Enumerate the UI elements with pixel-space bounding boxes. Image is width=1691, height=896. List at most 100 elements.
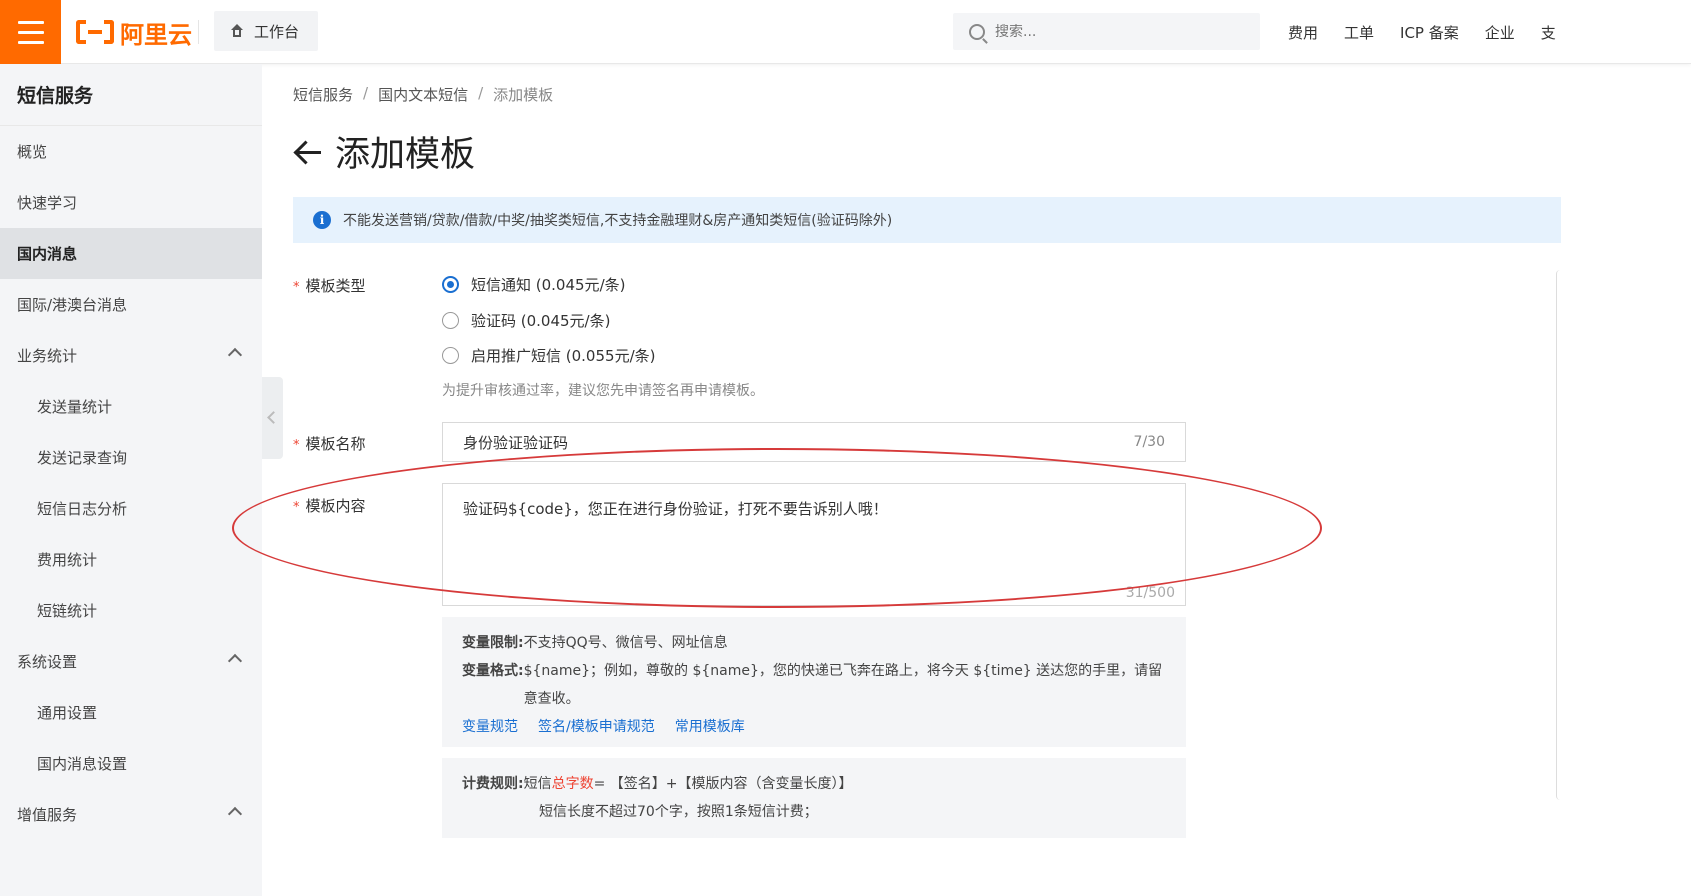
radio-promotion[interactable]: 启用推广短信 (0.055元/条) bbox=[442, 345, 655, 366]
fee-rule-suffix: = 【签名】+【模版内容（含变量长度）】 bbox=[593, 776, 853, 792]
chevron-up-icon bbox=[227, 347, 243, 363]
sidebar-item-quick-learn[interactable]: 快速学习 bbox=[0, 177, 262, 228]
sidebar-item-shortlink-stats[interactable]: 短链统计 bbox=[0, 585, 262, 636]
top-link-fees[interactable]: 费用 bbox=[1288, 22, 1318, 43]
sidebar-item-label: 快速学习 bbox=[17, 194, 78, 212]
template-content-value: 验证码${code}，您正在进行身份验证，打死不要告诉别人哦！ bbox=[463, 500, 888, 518]
sidebar-item-label: 短链统计 bbox=[37, 602, 98, 620]
sidebar-title: 短信服务 bbox=[0, 64, 262, 126]
chevron-up-icon bbox=[227, 806, 243, 822]
sidebar-item-label: 概览 bbox=[17, 143, 48, 161]
top-bar: 阿里云 工作台 费用 工单 ICP 备案 企业 支 bbox=[0, 0, 1691, 64]
page-title: 添加模板 bbox=[335, 135, 476, 175]
hamburger-menu-icon[interactable] bbox=[0, 0, 61, 64]
sidebar-item-label: 国内消息设置 bbox=[37, 755, 128, 773]
search-input[interactable] bbox=[995, 23, 1235, 40]
sidebar-item-label: 业务统计 bbox=[17, 347, 78, 365]
scrollbar[interactable] bbox=[1556, 270, 1561, 800]
top-link-icp[interactable]: ICP 备案 bbox=[1400, 22, 1459, 43]
home-icon bbox=[230, 24, 244, 38]
top-links: 费用 工单 ICP 备案 企业 支 bbox=[1288, 0, 1556, 64]
sidebar-item-cost-stats[interactable]: 费用统计 bbox=[0, 534, 262, 585]
fee-line2: 短信长度不超过70个字，按照1条短信计费； bbox=[539, 804, 818, 820]
breadcrumb: 短信服务 / 国内文本短信 / 添加模板 bbox=[293, 84, 553, 105]
sidebar-item-label: 增值服务 bbox=[17, 806, 78, 824]
radio-label: 短信通知 (0.045元/条) bbox=[471, 276, 626, 294]
breadcrumb-domestic-text[interactable]: 国内文本短信 bbox=[378, 84, 468, 105]
fee-rule-highlight: 总字数 bbox=[551, 776, 594, 792]
top-link-support[interactable]: 支 bbox=[1541, 22, 1556, 43]
radio-unchecked-icon[interactable] bbox=[442, 347, 459, 364]
template-name-value: 身份验证验证码 bbox=[463, 433, 569, 452]
sidebar-item-domestic[interactable]: 国内消息 bbox=[0, 228, 262, 279]
tip-value: ${name}；例如，尊敬的 ${name}，您的快递已飞奔在路上，将今天 ${… bbox=[523, 663, 1163, 707]
template-content-label: * 模板内容 bbox=[293, 497, 366, 515]
workbench-button[interactable]: 工作台 bbox=[214, 11, 318, 51]
template-type-label: * 模板类型 bbox=[293, 277, 366, 295]
sidebar-item-international[interactable]: 国际/港澳台消息 bbox=[0, 279, 262, 330]
sidebar-item-overview[interactable]: 概览 bbox=[0, 126, 262, 177]
required-mark: * bbox=[293, 500, 300, 515]
sidebar-item-label: 费用统计 bbox=[37, 551, 98, 569]
chevron-up-icon bbox=[227, 653, 243, 669]
sidebar-item-label: 国际/港澳台消息 bbox=[17, 296, 128, 314]
breadcrumb-current: 添加模板 bbox=[493, 86, 554, 104]
search-box[interactable] bbox=[953, 13, 1260, 50]
breadcrumb-separator: / bbox=[363, 84, 369, 102]
top-link-enterprise[interactable]: 企业 bbox=[1485, 22, 1515, 43]
template-name-label: * 模板名称 bbox=[293, 435, 366, 453]
divider bbox=[198, 20, 199, 44]
search-icon bbox=[969, 23, 985, 40]
top-link-tickets[interactable]: 工单 bbox=[1344, 22, 1374, 43]
link-template-library[interactable]: 常用模板库 bbox=[675, 713, 745, 741]
breadcrumb-separator: / bbox=[478, 84, 484, 102]
fee-rule-prefix: 短信 bbox=[523, 776, 552, 792]
sidebar-item-label: 国内消息 bbox=[17, 245, 78, 263]
notice-banner: i 不能发送营销/贷款/借款/中奖/抽奖类短信,不支持金融理财&房产通知类短信(… bbox=[293, 197, 1561, 243]
fee-rules: 计费规则: 短信 总字数 = 【签名】+【模版内容（含变量长度）】 短信长度不超过7… bbox=[442, 758, 1186, 838]
required-mark: * bbox=[293, 438, 300, 453]
fee-key: 计费规则: bbox=[462, 776, 524, 792]
template-content-textarea[interactable]: 验证码${code}，您正在进行身份验证，打死不要告诉别人哦！ 31/500 bbox=[442, 483, 1186, 606]
aliyun-logo-icon bbox=[76, 20, 114, 44]
sidebar-item-domestic-settings[interactable]: 国内消息设置 bbox=[0, 738, 262, 789]
radio-label: 启用推广短信 (0.055元/条) bbox=[471, 347, 656, 365]
variable-tips: 变量限制: 不支持QQ号、微信号、网址信息 变量格式: ${name}；例如，尊敬的… bbox=[442, 617, 1186, 747]
sidebar-item-log-analysis[interactable]: 短信日志分析 bbox=[0, 483, 262, 534]
radio-label: 验证码 (0.045元/条) bbox=[471, 312, 611, 330]
aliyun-logo[interactable]: 阿里云 bbox=[76, 16, 192, 49]
radio-verification-code[interactable]: 验证码 (0.045元/条) bbox=[442, 310, 610, 331]
link-sign-template-spec[interactable]: 签名/模板申请规范 bbox=[538, 713, 655, 741]
sidebar-group-stats[interactable]: 业务统计 bbox=[0, 330, 262, 381]
sidebar-collapse-icon[interactable] bbox=[262, 377, 283, 459]
sidebar-item-send-volume[interactable]: 发送量统计 bbox=[0, 381, 262, 432]
sidebar-item-label: 发送量统计 bbox=[37, 398, 113, 416]
tip-value: 不支持QQ号、微信号、网址信息 bbox=[523, 635, 728, 651]
sidebar: 短信服务 概览 快速学习 国内消息 国际/港澳台消息 业务统计 发送量统计 发送… bbox=[0, 64, 262, 896]
workbench-label: 工作台 bbox=[254, 22, 300, 41]
sidebar-item-general-settings[interactable]: 通用设置 bbox=[0, 687, 262, 738]
tip-key: 变量限制: bbox=[462, 635, 524, 651]
template-content-count: 31/500 bbox=[1125, 585, 1175, 601]
back-arrow-icon[interactable] bbox=[293, 137, 323, 167]
template-name-count: 7/30 bbox=[1133, 434, 1165, 450]
radio-unchecked-icon[interactable] bbox=[442, 312, 459, 329]
template-name-input[interactable]: 身份验证验证码 7/30 bbox=[442, 422, 1186, 462]
type-hint: 为提升审核通过率，建议您先申请签名再申请模板。 bbox=[442, 383, 764, 399]
breadcrumb-sms-service[interactable]: 短信服务 bbox=[293, 84, 353, 105]
sidebar-group-value-added[interactable]: 增值服务 bbox=[0, 789, 262, 840]
sidebar-item-label: 发送记录查询 bbox=[37, 449, 128, 467]
required-mark: * bbox=[293, 280, 300, 295]
sidebar-item-label: 短信日志分析 bbox=[37, 500, 128, 518]
sidebar-item-send-records[interactable]: 发送记录查询 bbox=[0, 432, 262, 483]
sidebar-item-label: 系统设置 bbox=[17, 653, 78, 671]
info-icon: i bbox=[313, 211, 331, 229]
link-variable-spec[interactable]: 变量规范 bbox=[462, 713, 518, 741]
page-header: 添加模板 bbox=[293, 126, 475, 177]
notice-text: 不能发送营销/贷款/借款/中奖/抽奖类短信,不支持金融理财&房产通知类短信(验证… bbox=[343, 213, 893, 229]
logo-text: 阿里云 bbox=[120, 20, 192, 49]
sidebar-group-settings[interactable]: 系统设置 bbox=[0, 636, 262, 687]
radio-sms-notice[interactable]: 短信通知 (0.045元/条) bbox=[442, 274, 625, 295]
sidebar-item-label: 通用设置 bbox=[37, 704, 98, 722]
radio-checked-icon[interactable] bbox=[442, 276, 459, 293]
